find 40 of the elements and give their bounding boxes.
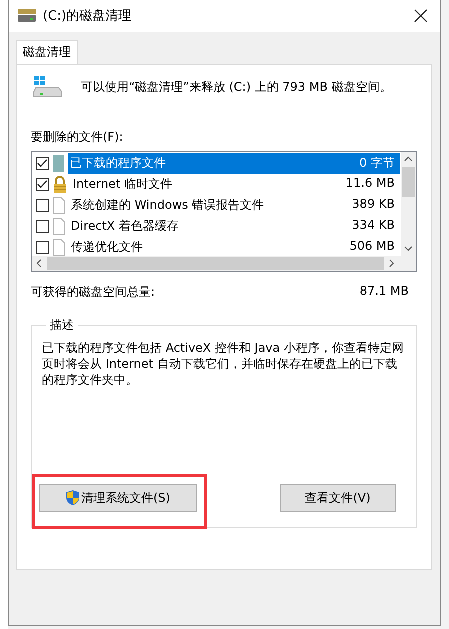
file-size: 0 字节 xyxy=(360,155,395,172)
vertical-scrollbar[interactable] xyxy=(401,152,416,256)
file-list-item[interactable]: DirectX 着色器缓存 334 KB xyxy=(69,216,400,237)
total-value: 87.1 MB xyxy=(360,284,409,300)
checkbox[interactable] xyxy=(36,178,49,191)
file-icon xyxy=(53,239,65,256)
checkbox[interactable] xyxy=(36,199,49,212)
file-name: 已下载的程序文件 xyxy=(70,155,166,172)
checkbox[interactable] xyxy=(36,241,49,254)
group-title: 描述 xyxy=(49,317,75,334)
file-name: DirectX 着色器缓存 xyxy=(71,218,179,235)
window-title: (C:)的磁盘清理 xyxy=(43,8,133,25)
file-size: 389 KB xyxy=(352,197,395,213)
file-name: 传递优化文件 xyxy=(71,239,143,256)
shield-icon xyxy=(66,490,80,506)
file-list-item[interactable]: 传递优化文件 506 MB xyxy=(69,237,400,256)
action-button[interactable]: 清理系统文件(S) xyxy=(39,484,197,512)
file-list-item[interactable]: 已下载的程序文件 0 字节 xyxy=(68,153,400,174)
description-text: 已下载的程序文件包括 ActiveX 控件和 Java 小程序，你查看特定网页时将会从 Internet 自动下载它们，并临时保存在硬盘上的已下载的程序文件夹中。 xyxy=(42,340,405,388)
action-button[interactable]: 查看文件(V) xyxy=(280,484,396,512)
file-list-item[interactable]: 系统创建的 Windows 错误报告文件 389 KB xyxy=(69,195,400,216)
file-size: 334 KB xyxy=(352,218,395,234)
total-label: 可获得的磁盘空间总量: xyxy=(31,284,156,301)
close-icon[interactable] xyxy=(414,9,428,23)
lock-icon xyxy=(53,176,67,193)
folder-icon xyxy=(53,155,64,172)
file-name: 系统创建的 Windows 错误报告文件 xyxy=(71,197,264,214)
file-icon xyxy=(53,197,65,214)
tab[interactable]: 磁盘清理 xyxy=(16,40,78,64)
drive-icon xyxy=(17,9,37,23)
files-label: 要删除的文件(F): xyxy=(31,129,124,146)
drive-icon xyxy=(33,75,63,99)
file-list-item[interactable]: Internet 临时文件 11.6 MB xyxy=(71,174,400,195)
checkbox[interactable] xyxy=(36,220,49,233)
file-name: Internet 临时文件 xyxy=(73,176,172,193)
intro-text: 可以使用“磁盘清理”来释放 (C:) 上的 793 MB 磁盘空间。 xyxy=(81,78,392,96)
file-icon xyxy=(53,218,65,235)
file-size: 11.6 MB xyxy=(346,176,395,192)
checkbox[interactable] xyxy=(36,157,49,170)
file-size: 506 MB xyxy=(350,239,395,255)
